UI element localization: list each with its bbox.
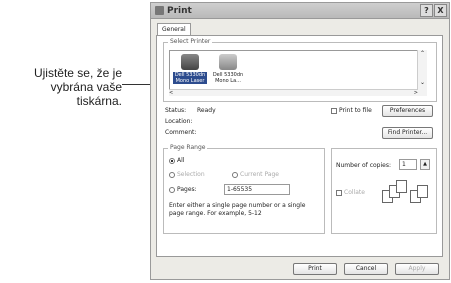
print-to-file-label: Print to file (339, 107, 372, 114)
apply-button[interactable]: Apply (395, 263, 439, 275)
all-label: All (177, 157, 185, 164)
page-range-group: Page Range All Selection Current Page Pa… (163, 144, 325, 234)
status-label: Status: (165, 107, 187, 114)
printer-icon (155, 6, 164, 15)
scroll-down-icon[interactable]: ⌄ (418, 79, 427, 86)
collate-checkbox[interactable]: Collate (336, 189, 365, 196)
copies-group: Number of copies: 1 ▲ Collate (331, 148, 437, 234)
close-button[interactable]: X (434, 4, 447, 17)
copies-input[interactable]: 1 (399, 159, 417, 170)
printer-icon (181, 54, 199, 70)
printer-list-scrollbar[interactable]: ⌃ ⌄ (417, 50, 427, 96)
collate-pages-icon (382, 180, 432, 208)
page-range-label: Page Range (168, 144, 208, 151)
select-printer-group: Select Printer Dell 5330dn Mono Laser De… (163, 38, 437, 102)
window-title: Print (167, 5, 192, 16)
scroll-up-icon[interactable]: ⌃ (418, 50, 427, 57)
all-radio[interactable]: All (169, 157, 184, 164)
callout-text: Ujistěte se, že je vybrána vaše tiskárna… (33, 66, 122, 108)
location-label: Location: (165, 118, 193, 125)
pages-label: Pages: (177, 186, 197, 193)
checkbox-icon[interactable] (336, 189, 342, 196)
radio-icon[interactable] (232, 171, 238, 178)
scroll-right-icon[interactable]: > (414, 90, 418, 96)
print-button[interactable]: Print (293, 263, 337, 275)
page-range-help: Enter either a single page number or a s… (169, 202, 306, 217)
printer-icon (219, 54, 237, 70)
pages-radio[interactable]: Pages: (169, 186, 197, 193)
select-printer-label: Select Printer (168, 38, 213, 45)
printer-item-1[interactable]: Dell 5330dn Mono Laser (173, 54, 207, 84)
printer-item-2[interactable]: Dell 5330dn Mono La... (211, 54, 245, 84)
print-dialog: Print ? X General Select Printer Dell 53… (150, 2, 450, 280)
radio-selected-icon[interactable] (169, 157, 175, 164)
scroll-left-icon[interactable]: < (169, 90, 173, 96)
selection-radio[interactable]: Selection (169, 171, 205, 178)
title-bar: Print ? X (151, 3, 449, 19)
checkbox-icon[interactable] (331, 107, 337, 114)
comment-label: Comment: (165, 129, 197, 136)
radio-icon[interactable] (169, 171, 175, 178)
help-button[interactable]: ? (420, 4, 433, 17)
collate-label: Collate (344, 189, 365, 196)
cancel-button[interactable]: Cancel (344, 263, 388, 275)
radio-icon[interactable] (169, 186, 175, 193)
status-value: Ready (197, 107, 216, 114)
preferences-button[interactable]: Preferences (382, 105, 433, 117)
selection-label: Selection (177, 171, 205, 178)
pages-input[interactable]: 1-65535 (224, 184, 290, 195)
copies-stepper[interactable]: ▲ (420, 159, 430, 170)
printer-list[interactable]: Dell 5330dn Mono Laser Dell 5330dn Mono … (169, 50, 427, 96)
find-printer-button[interactable]: Find Printer... (382, 127, 433, 139)
current-page-radio[interactable]: Current Page (232, 171, 279, 178)
general-panel: Select Printer Dell 5330dn Mono Laser De… (156, 35, 443, 257)
copies-label: Number of copies: (336, 162, 391, 169)
printer-list-h-scrollbar[interactable]: < > (169, 89, 418, 96)
current-page-label: Current Page (240, 171, 279, 178)
print-to-file-checkbox[interactable]: Print to file (331, 107, 372, 114)
printer-name-2: Dell 5330dn Mono La... (212, 72, 244, 84)
printer-name-1: Dell 5330dn Mono Laser (173, 72, 207, 84)
